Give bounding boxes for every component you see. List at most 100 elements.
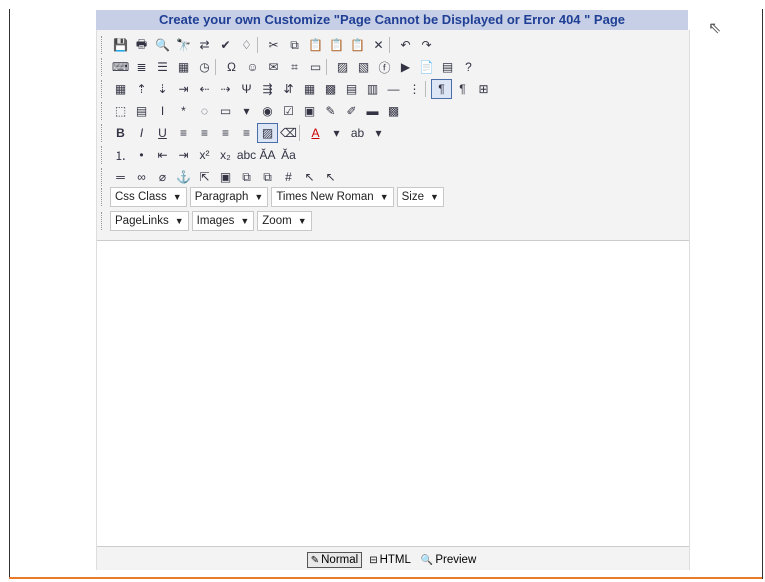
find-icon[interactable]: 🔭 xyxy=(173,35,194,55)
split-row-icon[interactable]: ▥ xyxy=(362,79,383,99)
bold-icon[interactable]: B xyxy=(110,123,131,143)
editor-content-area[interactable] xyxy=(97,240,689,547)
page-properties-icon[interactable]: ▩ xyxy=(383,101,404,121)
delete-col-icon[interactable]: Ψ xyxy=(236,79,257,99)
select-element-icon[interactable]: ⇱ xyxy=(194,167,215,187)
split-cell-icon[interactable]: ▤ xyxy=(341,79,362,99)
insert-form-icon[interactable]: ⌗ xyxy=(284,57,305,77)
redo-icon[interactable]: ↷ xyxy=(416,35,437,55)
image-gallery-icon[interactable]: ▧ xyxy=(353,57,374,77)
superscript-icon[interactable]: x² xyxy=(194,145,215,165)
dropdown-icon[interactable]: ▾ xyxy=(326,123,347,143)
unlink-icon[interactable]: ⌀ xyxy=(152,167,173,187)
delete-icon[interactable]: ✕ xyxy=(368,35,389,55)
bring-forward-icon[interactable]: ⧉ xyxy=(236,167,257,187)
unordered-list-icon[interactable]: • xyxy=(131,145,152,165)
insert-rule-icon[interactable]: ☰ xyxy=(152,57,173,77)
insert-date-icon[interactable]: ▦ xyxy=(173,57,194,77)
preview-icon[interactable]: 🔍 xyxy=(152,35,173,55)
insert-flash-icon[interactable]: ⓕ xyxy=(374,57,395,77)
send-backward-icon[interactable]: ⧉ xyxy=(257,167,278,187)
dropdown-icon[interactable]: ▾ xyxy=(368,123,389,143)
line-icon[interactable]: ═ xyxy=(110,167,131,187)
form-icon[interactable]: ⬚ xyxy=(110,101,131,121)
ordered-list-icon[interactable]: ⒈ xyxy=(110,145,131,165)
delete-row-icon[interactable]: ⇥ xyxy=(173,79,194,99)
save-icon[interactable]: 💾 xyxy=(110,35,131,55)
font-color-icon[interactable]: A xyxy=(305,123,326,143)
pagelinks-dropdown[interactable]: PageLinks ▼ xyxy=(110,211,189,231)
indent-icon[interactable]: ⇥ xyxy=(173,145,194,165)
insert-code-icon[interactable]: ⌨ xyxy=(110,57,131,77)
insert-media-icon[interactable]: ▶ xyxy=(395,57,416,77)
align-left-icon[interactable]: ≡ xyxy=(173,123,194,143)
radio-icon[interactable]: ◉ xyxy=(257,101,278,121)
textarea-icon[interactable]: ▤ xyxy=(131,101,152,121)
outdent-icon[interactable]: ⇤ xyxy=(152,145,173,165)
insert-time-icon[interactable]: ◷ xyxy=(194,57,215,77)
underline-icon[interactable]: U xyxy=(152,123,173,143)
zoom-dropdown[interactable]: Zoom ▼ xyxy=(257,211,312,231)
insert-document-icon[interactable]: 📄 xyxy=(416,57,437,77)
align-center-icon[interactable]: ≡ xyxy=(194,123,215,143)
paste-text-icon[interactable]: 📋 xyxy=(326,35,347,55)
table-properties-icon[interactable]: ▦ xyxy=(299,79,320,99)
cut-icon[interactable]: ✂ xyxy=(263,35,284,55)
highlight-color-icon[interactable]: ab xyxy=(347,123,368,143)
absolute-position-icon[interactable]: ▨ xyxy=(257,123,278,143)
font-size-dropdown[interactable]: Size ▼ xyxy=(396,187,444,207)
spelling-abc-icon[interactable]: ♢ xyxy=(236,35,257,55)
hidden-field-icon[interactable]: ◌ xyxy=(194,101,215,121)
insert-anchor-list-icon[interactable]: ▤ xyxy=(437,57,458,77)
copy-icon[interactable]: ⧉ xyxy=(284,35,305,55)
insert-snippet-icon[interactable]: ✉ xyxy=(263,57,284,77)
mode-preview[interactable]: 🔍 Preview xyxy=(418,553,479,567)
cell-properties-icon[interactable]: ▩ xyxy=(320,79,341,99)
case-lower-icon[interactable]: Ăa xyxy=(278,145,299,165)
images-dropdown[interactable]: Images ▼ xyxy=(191,211,255,231)
image-button-icon[interactable]: ▣ xyxy=(299,101,320,121)
case-upper-icon[interactable]: ĂA xyxy=(257,145,278,165)
textbox-icon[interactable]: I xyxy=(152,101,173,121)
rtl-icon[interactable]: ¶ xyxy=(452,79,473,99)
merge-right-icon[interactable]: ⇶ xyxy=(257,79,278,99)
ltr-icon[interactable]: ¶ xyxy=(431,79,452,99)
select-all-icon[interactable]: ↖ xyxy=(299,167,320,187)
image-map-icon[interactable]: ▣ xyxy=(215,167,236,187)
show-borders-icon[interactable]: ⊞ xyxy=(473,79,494,99)
find-replace-icon[interactable]: ⇄ xyxy=(194,35,215,55)
horizontal-line-icon[interactable]: ▬ xyxy=(362,101,383,121)
merge-down-icon[interactable]: ⇵ xyxy=(278,79,299,99)
spellcheck-icon[interactable]: ✔ xyxy=(215,35,236,55)
hr-dash-icon[interactable]: — xyxy=(383,79,404,99)
emoticon-icon[interactable]: ☺ xyxy=(242,57,263,77)
insert-image-icon[interactable]: ▨ xyxy=(332,57,353,77)
underline-color-icon[interactable]: ✐ xyxy=(341,101,362,121)
justify-icon[interactable]: ≡ xyxy=(236,123,257,143)
insert-col-left-icon[interactable]: ⇠ xyxy=(194,79,215,99)
mode-html[interactable]: ⊟ HTML xyxy=(366,553,414,567)
select-list-icon[interactable]: ▾ xyxy=(236,101,257,121)
special-char-icon[interactable]: Ω xyxy=(221,57,242,77)
align-right-icon[interactable]: ≡ xyxy=(215,123,236,143)
strikethrough-icon[interactable]: abc xyxy=(236,145,257,165)
insert-template-icon[interactable]: ▭ xyxy=(305,57,326,77)
link-icon[interactable]: ∞ xyxy=(131,167,152,187)
paragraph-dropdown[interactable]: Paragraph ▼ xyxy=(189,187,269,207)
font-name-dropdown[interactable]: Times New Roman ▼ xyxy=(271,187,394,207)
eraser-icon[interactable]: ⌫ xyxy=(278,123,299,143)
checkbox-icon[interactable]: ☑ xyxy=(278,101,299,121)
mode-normal[interactable]: ✎ Normal xyxy=(306,552,363,568)
undo-icon[interactable]: ↶ xyxy=(395,35,416,55)
anchor-icon[interactable]: ⚓ xyxy=(173,167,194,187)
split-col-icon[interactable]: ⋮ xyxy=(404,79,425,99)
insert-row-above-icon[interactable]: ⇡ xyxy=(131,79,152,99)
paste-icon[interactable]: 📋 xyxy=(305,35,326,55)
paste-word-icon[interactable]: 📋 xyxy=(347,35,368,55)
highlight-icon[interactable]: ✎ xyxy=(320,101,341,121)
subscript-icon[interactable]: x₂ xyxy=(215,145,236,165)
grid-icon[interactable]: # xyxy=(278,167,299,187)
css-class-dropdown[interactable]: Css Class ▼ xyxy=(110,187,187,207)
print-icon[interactable]: 🖶 xyxy=(131,35,152,55)
help-icon[interactable]: ? xyxy=(458,57,479,77)
